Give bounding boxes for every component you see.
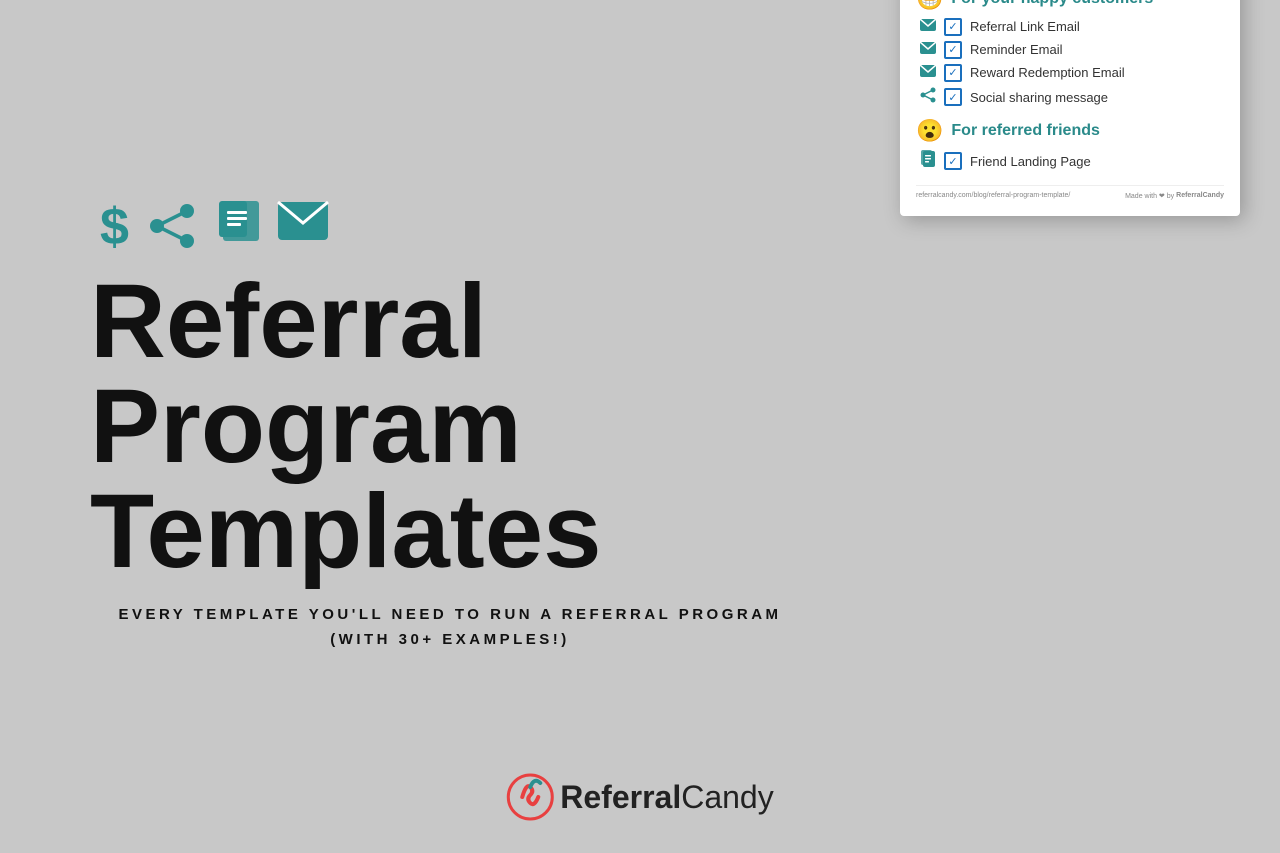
social-share-icon xyxy=(920,87,936,108)
title-line3: Templates xyxy=(90,479,602,584)
card-footer: referralcandy.com/blog/referral-program-… xyxy=(916,185,1224,200)
subtitle-text: EVERY TEMPLATE YOU'LL NEED TO RUN A REFE… xyxy=(90,602,810,653)
main-title: Referral Program Templates xyxy=(90,269,602,584)
logo-candy: Candy xyxy=(681,779,774,815)
item-reward: ✓ Reward Redemption Email xyxy=(916,64,1224,82)
bottom-logo: ReferralCandy xyxy=(506,773,773,821)
friend-doc-icon xyxy=(920,150,936,173)
reward-label: Reward Redemption Email xyxy=(970,65,1125,80)
main-content-area: $ xyxy=(90,201,1190,653)
section2-title: For your happy customers xyxy=(951,0,1153,8)
footer-url: referralcandy.com/blog/referral-program-… xyxy=(916,192,1070,199)
item-reminder: ✓ Reminder Email xyxy=(916,41,1224,59)
reminder-mail-icon xyxy=(920,41,936,59)
checklist-card: Referral Program Templates CHECKLIST OF … xyxy=(900,0,1240,216)
mail-icon xyxy=(277,201,329,261)
friend-label: Friend Landing Page xyxy=(970,154,1091,169)
reminder-checkbox: ✓ xyxy=(944,41,962,59)
item-referral-link: ✓ Referral Link Email xyxy=(916,18,1224,36)
section2-emoji: 😁 xyxy=(916,0,943,12)
referralcandy-brand: ReferralCandy xyxy=(1176,192,1224,199)
section3-header: 😮 For referred friends xyxy=(916,118,1224,144)
dollar-icon: $ xyxy=(100,201,129,261)
icon-row: $ xyxy=(100,201,329,261)
item-social: ✓ Social sharing message xyxy=(916,87,1224,108)
title-line2: Program xyxy=(90,374,602,479)
item-friend-landing: ✓ Friend Landing Page xyxy=(916,150,1224,173)
logo-icon xyxy=(506,773,554,821)
page-background: $ xyxy=(0,0,1280,853)
reminder-label: Reminder Email xyxy=(970,42,1062,57)
share-icon xyxy=(147,201,197,261)
friend-checkbox: ✓ xyxy=(944,152,962,170)
footer-made-by: Made with ❤ by ReferralCandy xyxy=(1125,192,1224,200)
referral-link-label: Referral Link Email xyxy=(970,19,1080,34)
referral-mail-icon xyxy=(920,18,936,36)
reward-mail-icon xyxy=(920,64,936,82)
section3-emoji: 😮 xyxy=(916,118,943,144)
social-label: Social sharing message xyxy=(970,90,1108,105)
section3-title: For referred friends xyxy=(951,122,1099,140)
reward-checkbox: ✓ xyxy=(944,64,962,82)
logo-referral: Referral xyxy=(560,779,681,815)
referral-link-checkbox: ✓ xyxy=(944,18,962,36)
made-by-text: Made with ❤ by xyxy=(1125,192,1174,200)
social-checkbox: ✓ xyxy=(944,88,962,106)
section2-header: 😁 For your happy customers xyxy=(916,0,1224,12)
document-icon xyxy=(215,201,259,261)
left-column: $ xyxy=(90,201,810,653)
logo-text: ReferralCandy xyxy=(560,779,773,816)
title-line1: Referral xyxy=(90,269,602,374)
